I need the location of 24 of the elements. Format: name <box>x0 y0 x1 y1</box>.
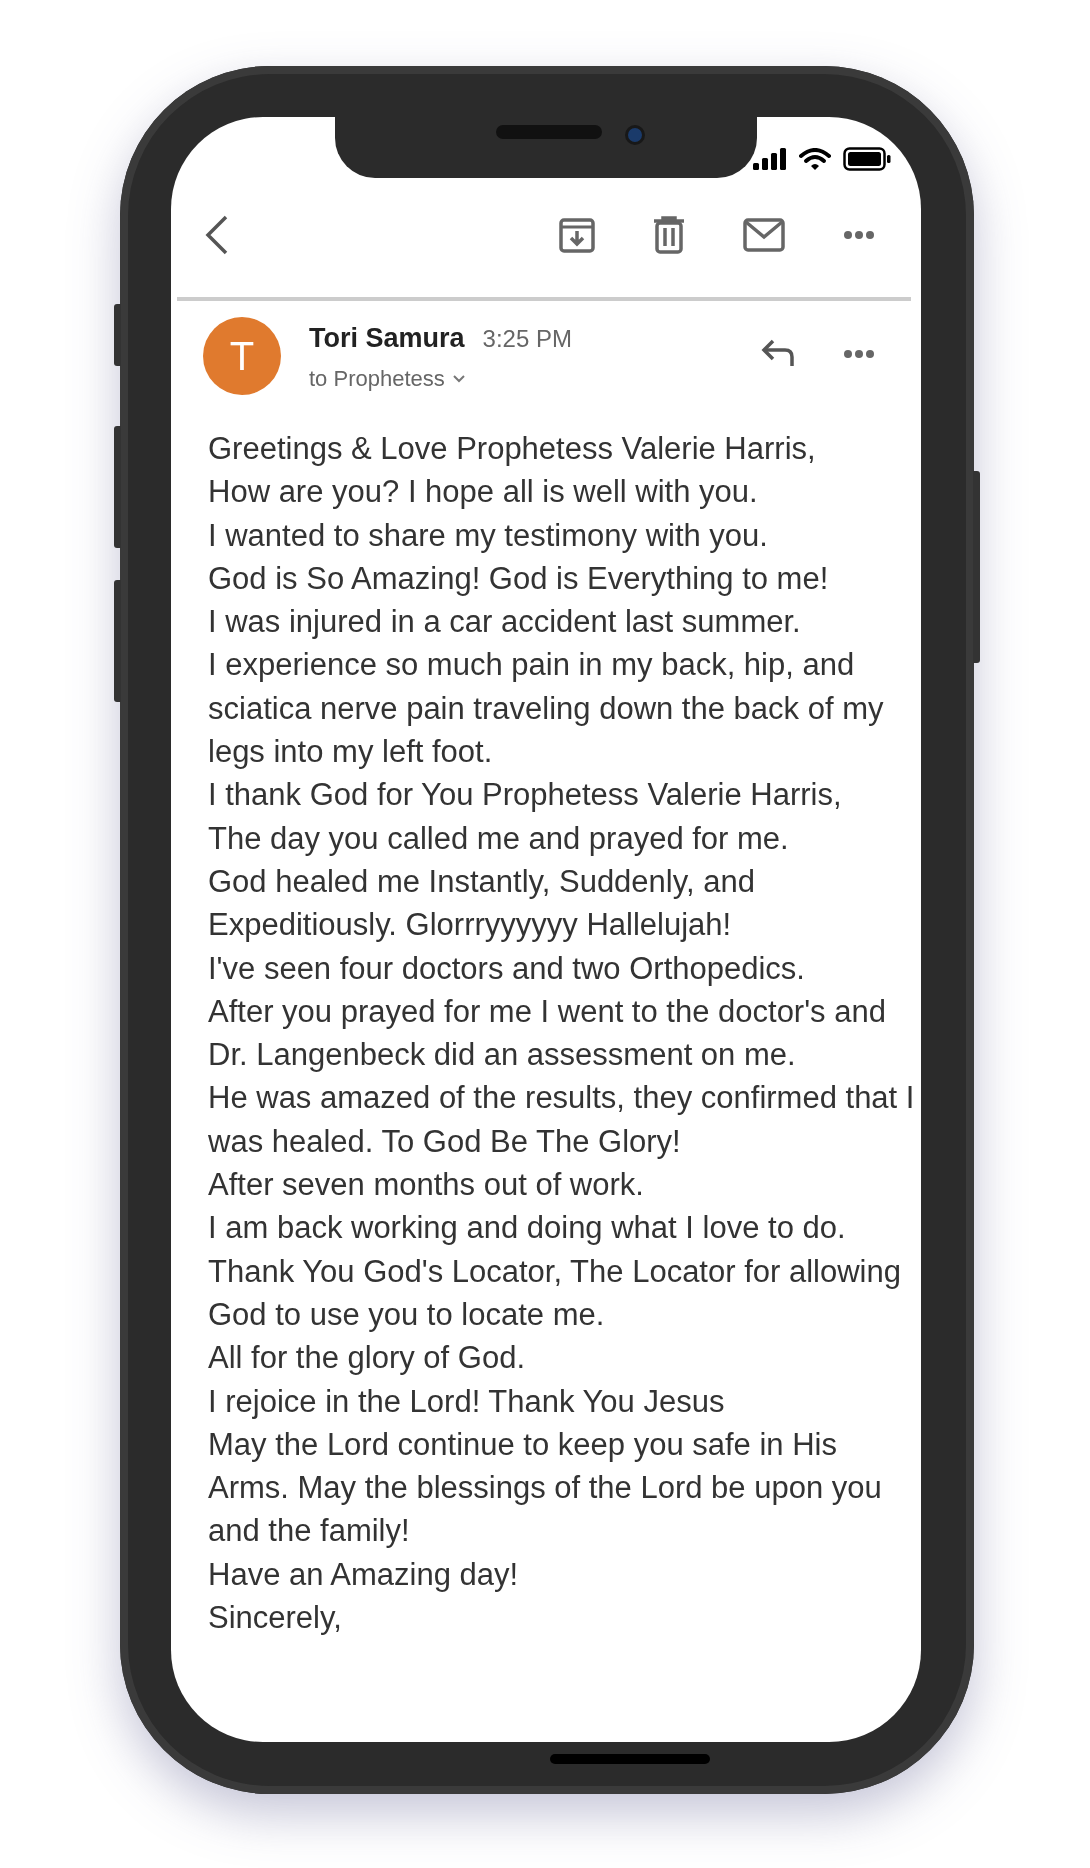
message-paragraph: The day you called me and prayed for me. <box>208 819 790 858</box>
message-paragraph: How are you? I hope all is well with you. <box>208 473 759 512</box>
message-paragraph: I am back working and doing what I love to do. <box>208 1209 847 1248</box>
message-time: 3:25 PM <box>482 325 572 353</box>
message-paragraph: All for the glory of God. <box>208 1339 527 1378</box>
message-paragraph: I thank God for You Prophetess Valerie Harris, <box>208 776 843 815</box>
message-paragraph: I've seen four doctors and two Orthopedics. <box>208 949 806 988</box>
message-paragraph: I wanted to share my testimony with you. <box>208 516 769 555</box>
message-paragraph: After you prayed for me I went to the doctor's and Dr. Langenbeck did an assessment on me. <box>208 992 887 1075</box>
message-paragraph: After seven months out of work. <box>208 1166 645 1205</box>
message-paragraph: Have an Amazing day! <box>208 1555 520 1594</box>
sender-name: Tori Samura <box>309 323 465 354</box>
message-paragraph: He was amazed of the results, they confirmed that I was healed. To God Be The Glory! <box>208 1079 916 1161</box>
message-paragraph: Sincerely, <box>208 1599 343 1637</box>
message-paragraph: Greetings & Love Prophetess Valerie Harris, <box>208 430 817 468</box>
message-paragraph: May the Lord continue to keep you safe in His Arms. May the blessings of the Lord be upon you and the family! <box>208 1425 883 1551</box>
sender-avatar: T <box>203 317 281 395</box>
message-paragraph: I rejoice in the Lord! Thank You Jesus <box>208 1382 726 1421</box>
message-paragraph: God is So Amazing! God is Everything to me! <box>208 559 830 598</box>
message-paragraph: I experience so much pain in my back, hip, and sciatica nerve pain traveling down the back of my legs into my left foot. <box>208 646 885 772</box>
message-paragraph: God healed me Instantly, Suddenly, and Expeditiously. Glorrryyyyyy Hallelujah! <box>208 862 756 945</box>
message-paragraph: I was injured in a car accident last summer. <box>208 603 802 642</box>
message-paragraph: Thank You God's Locator, The Locator for allowing God to use you to locate me. <box>208 1252 902 1334</box>
recipient-label: to Prophetess <box>309 366 445 392</box>
